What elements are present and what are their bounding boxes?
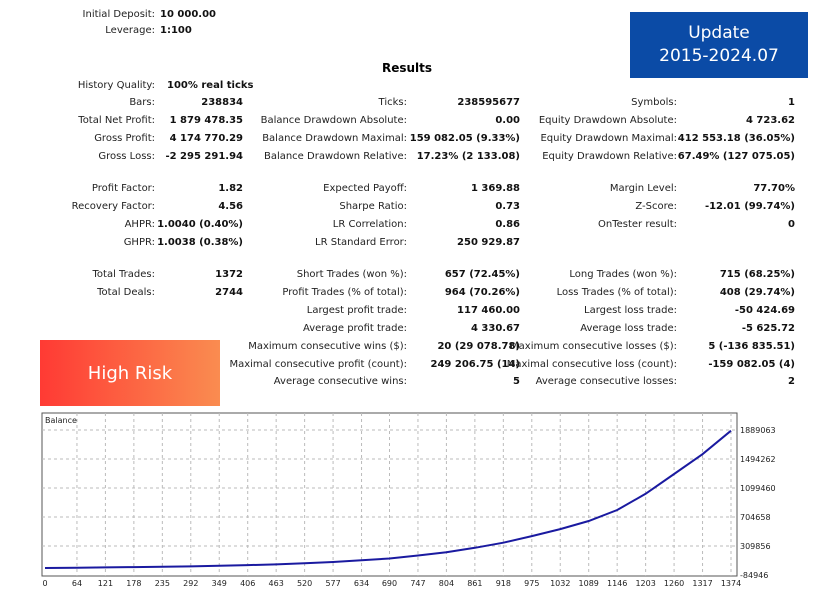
x-tick-label: 463	[269, 579, 284, 588]
x-tick-label: 690	[382, 579, 397, 588]
y-tick-label: 704658	[740, 513, 771, 522]
x-tick-label: 235	[155, 579, 170, 588]
y-tick-label: -84946	[740, 571, 768, 580]
x-tick-label: 804	[439, 579, 454, 588]
x-tick-label: 747	[410, 579, 425, 588]
y-tick-label: 1494262	[740, 455, 776, 464]
x-tick-label: 1260	[664, 579, 684, 588]
x-tick-label: 1146	[607, 579, 627, 588]
x-tick-label: 1203	[635, 579, 655, 588]
x-tick-label: 861	[467, 579, 482, 588]
y-tick-label: 309856	[740, 542, 771, 551]
x-tick-label: 520	[297, 579, 312, 588]
x-tick-label: 1317	[692, 579, 712, 588]
report-page: Initial Deposit: 10 000.00 Leverage: 1:1…	[0, 0, 822, 600]
y-tick-label: 1099460	[740, 484, 776, 493]
x-tick-label: 292	[183, 579, 198, 588]
x-tick-label: 975	[524, 579, 539, 588]
x-tick-label: 634	[354, 579, 369, 588]
x-tick-label: 349	[212, 579, 227, 588]
x-tick-label: 918	[496, 579, 511, 588]
x-tick-label: 1089	[579, 579, 599, 588]
x-tick-label: 0	[42, 579, 47, 588]
y-tick-label: 1889063	[740, 426, 776, 435]
balance-chart: 0 64 121 178 235 292 349 406 463 520 577 634 690 747 8…	[41, 412, 776, 588]
x-tick-label: 178	[126, 579, 141, 588]
x-tick-label: 577	[325, 579, 340, 588]
x-tick-label: 406	[240, 579, 255, 588]
x-tick-label: 121	[98, 579, 113, 588]
x-tick-label: 1032	[550, 579, 570, 588]
x-tick-label: 64	[72, 579, 82, 588]
chart-title: Balance	[45, 416, 77, 425]
x-tick-label: 1374	[721, 579, 741, 588]
